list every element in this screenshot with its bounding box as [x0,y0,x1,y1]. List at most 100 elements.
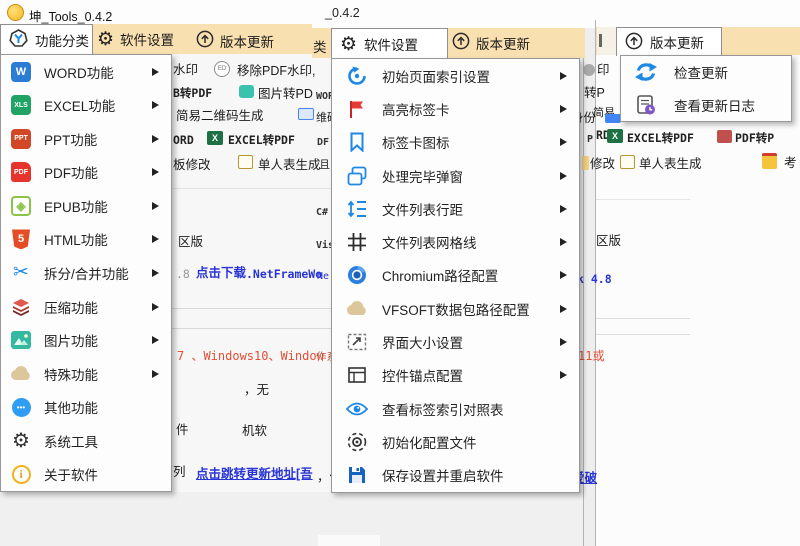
ui-fragment[interactable]: 转P [584,86,605,101]
submenu-arrow-icon [152,202,159,210]
menu-item-compress-functions[interactable]: 压缩功能 [1,290,171,324]
ui-fragment: 且 [319,159,330,172]
menu-item-label: WORD功能 [44,62,114,82]
menu-item-label: EXCEL功能 [44,95,115,115]
cloud-icon [8,362,34,386]
window2-tab-fragment: 类 [313,36,327,56]
menu-version-update-w1[interactable]: 版本更新 [196,30,274,51]
ui-fragment[interactable]: 点击跳转更新地址[吾 [196,467,313,482]
cut-character-fragment [599,34,602,47]
menu-item-special-functions[interactable]: 特殊功能 [1,357,171,391]
menu-item-label: 图片功能 [44,330,98,350]
menu-item-initial-page-index[interactable]: 初始页面索引设置 [332,59,579,92]
tab-label: 功能分类 [35,30,89,50]
menu-item-system-tools[interactable]: ⚙系统工具 [1,424,171,458]
ui-fragment[interactable]: 图片转PD [258,87,313,102]
menu-item-label: 特殊功能 [44,364,98,384]
stamp-toolbar-icon[interactable] [583,64,595,76]
excel-icon: XLS [8,93,34,117]
submenu-arrow-icon [560,271,567,279]
app-icon [7,4,24,21]
tab-version-update[interactable]: 版本更新 [616,27,722,56]
ui-fragment[interactable]: 印 [597,63,610,78]
ui-fragment: 11或 [578,349,604,363]
menu-item-done-popup[interactable]: 处理完毕弹窗 [332,159,579,192]
menu-item-pdf-functions[interactable]: PDFPDF功能 [1,156,171,190]
ui-fragment[interactable]: 移除PDF水印, [237,64,315,79]
menu-item-tab-icon-setting[interactable]: 标签卡图标 [332,126,579,159]
excel-toolbar-icon[interactable]: X [207,131,223,145]
toolbar-icon-sliver[interactable] [582,156,589,170]
background-white-patch [318,535,380,546]
menu-item-label: Chromium路径配置 [382,265,498,285]
ui-fragment[interactable]: .NetFrameWo [246,268,322,282]
menu-item-html-functions[interactable]: 5HTML功能 [1,223,171,257]
submenu-arrow-icon [560,371,567,379]
document-toolbar-icon[interactable] [238,155,253,169]
menu-item-save-and-restart[interactable]: 保存设置并重启软件 [332,459,579,492]
menu-software-settings-w1[interactable]: ⚙ 软件设置 [97,29,174,49]
grid-icon [340,230,374,254]
ui-fragment[interactable]: 简易二维码生成 [176,109,264,124]
ui-fragment[interactable]: EXCEL转PDF [627,132,694,146]
ui-fragment[interactable]: 单人表生成 [258,158,321,173]
attendance-toolbar-icon[interactable] [762,153,777,169]
idcard-toolbar-icon[interactable] [298,108,314,120]
ui-fragment[interactable]: B转PDF [173,87,212,101]
menu-item-ui-size[interactable]: 界面大小设置 [332,325,579,358]
menu-item-ppt-functions[interactable]: PPTPPT功能 [1,122,171,156]
menu-item-list-gridlines[interactable]: 文件列表网格线 [332,226,579,259]
reset-index-icon [340,64,374,88]
menu-item-about-software[interactable]: i关于软件 [1,457,171,491]
menu-item-split-merge-functions[interactable]: ✂拆分/合并功能 [1,256,171,290]
menu-item-label: PPT功能 [44,129,97,149]
ui-fragment[interactable]: 单人表生成 [639,157,702,172]
ui-fragment[interactable]: 水印 [173,63,198,78]
submenu-arrow-icon [152,135,159,143]
ui-fragment[interactable]: ORD [173,134,194,148]
ui-fragment: P [587,134,593,146]
ui-fragment: 件 [176,423,189,438]
menu-item-label: 标签卡图标 [382,132,450,152]
menu-version-update-w2[interactable]: 版本更新 [452,32,530,53]
menu-item-epub-functions[interactable]: ◈EPUB功能 [1,189,171,223]
menu-item-view-changelog[interactable]: 查看更新日志 [621,89,791,122]
submenu-arrow-icon [152,235,159,243]
menu-item-check-update[interactable]: 检查更新 [621,56,791,89]
menu-item-label: 初始化配置文件 [382,432,477,452]
pdf-toolbar-icon[interactable] [717,130,732,143]
menu-item-other-functions[interactable]: •••其他功能 [1,390,171,424]
ui-fragment[interactable]: DF [317,137,329,149]
menu-item-label: VFSOFT数据包路径配置 [382,299,530,319]
menu-item-word-functions[interactable]: WWORD功能 [1,55,171,89]
tab-software-settings[interactable]: ⚙ 软件设置 [331,28,448,59]
menu-item-highlight-tab[interactable]: 高亮标签卡 [332,92,579,125]
menu-item-list-line-spacing[interactable]: 文件列表行距 [332,192,579,225]
menu-item-view-tab-index-table[interactable]: 查看标签索引对照表 [332,392,579,425]
ui-fragment[interactable]: 点击下载 [196,266,246,281]
anchor-icon [340,363,374,387]
document-toolbar-icon[interactable] [620,155,635,169]
divider [584,334,690,335]
ui-fragment[interactable]: PDF转P [735,132,774,146]
stamp-toolbar-icon[interactable]: ED [214,61,230,77]
ui-fragment[interactable]: 板修改 [173,158,211,173]
ui-fragment[interactable]: EXCEL转PDF [228,134,295,148]
blue-toolbar-icon-fragment[interactable] [605,114,621,123]
menu-item-label: 高亮标签卡 [382,99,450,119]
menu-item-init-config-file[interactable]: 初始化配置文件 [332,425,579,458]
menu-item-control-anchor[interactable]: 控件锚点配置 [332,359,579,392]
menu-item-vfsoft-data-path[interactable]: VFSOFT数据包路径配置 [332,292,579,325]
image-toolbar-icon[interactable] [239,85,254,98]
excel-toolbar-icon[interactable]: X [607,129,623,143]
line-spacing-icon [340,197,374,221]
menu-item-label: PDF功能 [44,162,98,182]
submenu-arrow-icon [152,68,159,76]
tab-function-categories[interactable]: 功能分类 [0,24,93,55]
menu-item-label: 保存设置并重启软件 [382,465,504,485]
menu-item-excel-functions[interactable]: XLS EXCEL功能 [1,89,171,123]
ui-fragment[interactable]: 考 [784,156,797,171]
ui-fragment[interactable]: 修改 [590,157,615,172]
menu-item-image-functions[interactable]: 图片功能 [1,323,171,357]
menu-item-chromium-path[interactable]: Chromium路径配置 [332,259,579,292]
